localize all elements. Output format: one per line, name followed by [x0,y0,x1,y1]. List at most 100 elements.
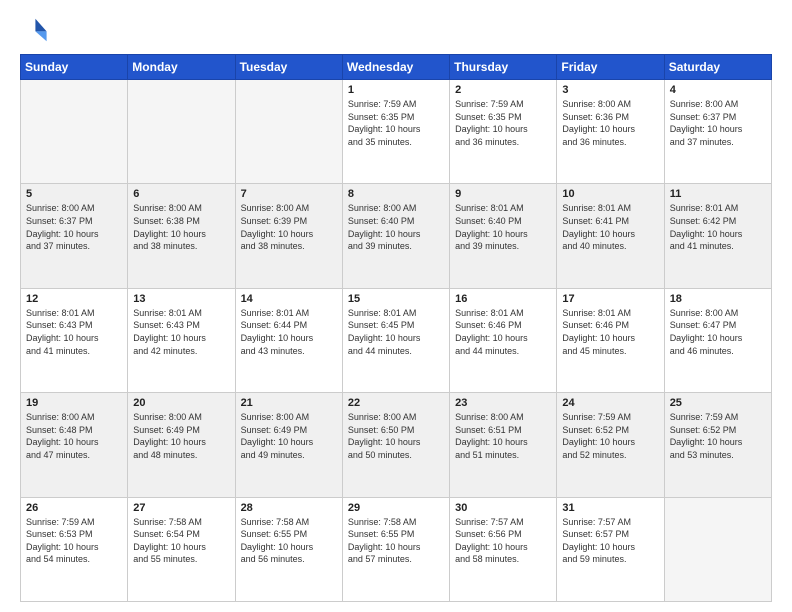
day-number: 17 [562,293,658,305]
day-number: 1 [348,84,444,96]
day-info: Sunrise: 8:01 AM Sunset: 6:42 PM Dayligh… [670,202,766,252]
day-info: Sunrise: 8:01 AM Sunset: 6:46 PM Dayligh… [455,307,551,357]
day-number: 28 [241,502,337,514]
calendar-cell: 19Sunrise: 8:00 AM Sunset: 6:48 PM Dayli… [21,393,128,497]
calendar-cell: 15 Sunrise: 8:01 AM Sunset: 6:45 PM Dayli… [342,288,449,392]
day-info: Sunrise: 8:00 AM Sunset: 6:38 PM Dayligh… [133,202,229,252]
day-number: 7 [241,188,337,200]
day-info: Sunrise: 8:00 AM Sunset: 6:39 PM Dayligh… [241,202,337,252]
day-info: Sunrise: 8:00 AM Sunset: 6:47 PM Dayligh… [670,307,766,357]
calendar-cell: 26Sunrise: 7:59 AM Sunset: 6:53 PM Dayli… [21,497,128,601]
day-info: Sunrise: 8:01 AM Sunset: 6:43 PM Dayligh… [26,307,122,357]
day-info: Sunrise: 8:00 AM Sunset: 6:36 PM Dayligh… [562,98,658,148]
calendar-cell: 21 Sunrise: 8:00 AM Sunset: 6:49 PM Dayli… [235,393,342,497]
day-info: Sunrise: 7:59 AM Sunset: 6:35 PM Dayligh… [455,98,551,148]
weekday-header-friday: Friday [557,55,664,80]
day-info: Sunrise: 7:57 AM Sunset: 6:56 PM Dayligh… [455,516,551,566]
logo [20,16,52,44]
calendar-cell: 2 Sunrise: 7:59 AM Sunset: 6:35 PM Daylig… [450,80,557,184]
day-number: 13 [133,293,229,305]
calendar-cell: 28 Sunrise: 7:58 AM Sunset: 6:55 PM Dayli… [235,497,342,601]
day-info: Sunrise: 7:59 AM Sunset: 6:35 PM Dayligh… [348,98,444,148]
day-number: 2 [455,84,551,96]
day-number: 24 [562,397,658,409]
day-number: 27 [133,502,229,514]
calendar-cell: 3 Sunrise: 8:00 AM Sunset: 6:36 PM Daylig… [557,80,664,184]
calendar-cell: 31 Sunrise: 7:57 AM Sunset: 6:57 PM Dayli… [557,497,664,601]
calendar-cell [128,80,235,184]
day-number: 9 [455,188,551,200]
day-number: 18 [670,293,766,305]
calendar-cell: 6 Sunrise: 8:00 AM Sunset: 6:38 PM Daylig… [128,184,235,288]
calendar-cell [235,80,342,184]
calendar-cell: 27 Sunrise: 7:58 AM Sunset: 6:54 PM Dayli… [128,497,235,601]
day-number: 10 [562,188,658,200]
header [20,16,772,44]
day-info: Sunrise: 8:01 AM Sunset: 6:41 PM Dayligh… [562,202,658,252]
calendar-cell: 24 Sunrise: 7:59 AM Sunset: 6:52 PM Dayli… [557,393,664,497]
day-number: 11 [670,188,766,200]
calendar-cell: 25Sunrise: 7:59 AM Sunset: 6:52 PM Dayli… [664,393,771,497]
day-number: 8 [348,188,444,200]
day-number: 19 [26,397,122,409]
day-number: 20 [133,397,229,409]
day-info: Sunrise: 7:58 AM Sunset: 6:55 PM Dayligh… [348,516,444,566]
calendar-cell: 8 Sunrise: 8:00 AM Sunset: 6:40 PM Daylig… [342,184,449,288]
page: SundayMondayTuesdayWednesdayThursdayFrid… [0,0,792,612]
day-info: Sunrise: 7:59 AM Sunset: 6:52 PM Dayligh… [562,411,658,461]
day-number: 16 [455,293,551,305]
calendar-cell: 18 Sunrise: 8:00 AM Sunset: 6:47 PM Dayli… [664,288,771,392]
week-row-3: 12 Sunrise: 8:01 AM Sunset: 6:43 PM Dayli… [21,288,772,392]
calendar-cell [21,80,128,184]
day-number: 5 [26,188,122,200]
calendar-cell: 16 Sunrise: 8:01 AM Sunset: 6:46 PM Dayli… [450,288,557,392]
day-number: 31 [562,502,658,514]
day-info: Sunrise: 8:01 AM Sunset: 6:44 PM Dayligh… [241,307,337,357]
day-info: Sunrise: 7:58 AM Sunset: 6:55 PM Dayligh… [241,516,337,566]
day-info: Sunrise: 8:00 AM Sunset: 6:51 PM Dayligh… [455,411,551,461]
day-info: Sunrise: 8:01 AM Sunset: 6:45 PM Dayligh… [348,307,444,357]
day-number: 22 [348,397,444,409]
day-info: Sunrise: 8:01 AM Sunset: 6:46 PM Dayligh… [562,307,658,357]
weekday-header-monday: Monday [128,55,235,80]
day-number: 4 [670,84,766,96]
day-info: Sunrise: 8:00 AM Sunset: 6:49 PM Dayligh… [133,411,229,461]
day-info: Sunrise: 8:00 AM Sunset: 6:49 PM Dayligh… [241,411,337,461]
day-info: Sunrise: 8:00 AM Sunset: 6:37 PM Dayligh… [26,202,122,252]
day-number: 21 [241,397,337,409]
calendar-cell: 1 Sunrise: 7:59 AM Sunset: 6:35 PM Daylig… [342,80,449,184]
weekday-header-sunday: Sunday [21,55,128,80]
calendar-table: SundayMondayTuesdayWednesdayThursdayFrid… [20,54,772,602]
calendar-cell: 7 Sunrise: 8:00 AM Sunset: 6:39 PM Daylig… [235,184,342,288]
weekday-header-wednesday: Wednesday [342,55,449,80]
calendar-cell: 12 Sunrise: 8:01 AM Sunset: 6:43 PM Dayli… [21,288,128,392]
day-number: 15 [348,293,444,305]
day-info: Sunrise: 7:57 AM Sunset: 6:57 PM Dayligh… [562,516,658,566]
logo-icon [20,16,48,44]
day-number: 6 [133,188,229,200]
calendar-cell: 22 Sunrise: 8:00 AM Sunset: 6:50 PM Dayli… [342,393,449,497]
calendar-cell: 29Sunrise: 7:58 AM Sunset: 6:55 PM Dayli… [342,497,449,601]
calendar-cell: 17 Sunrise: 8:01 AM Sunset: 6:46 PM Dayli… [557,288,664,392]
day-info: Sunrise: 8:01 AM Sunset: 6:40 PM Dayligh… [455,202,551,252]
day-info: Sunrise: 7:59 AM Sunset: 6:53 PM Dayligh… [26,516,122,566]
day-number: 14 [241,293,337,305]
day-info: Sunrise: 8:00 AM Sunset: 6:50 PM Dayligh… [348,411,444,461]
day-number: 12 [26,293,122,305]
week-row-2: 5 Sunrise: 8:00 AM Sunset: 6:37 PM Daylig… [21,184,772,288]
calendar-cell: 9 Sunrise: 8:01 AM Sunset: 6:40 PM Daylig… [450,184,557,288]
day-info: Sunrise: 7:58 AM Sunset: 6:54 PM Dayligh… [133,516,229,566]
day-number: 3 [562,84,658,96]
calendar-cell: 30 Sunrise: 7:57 AM Sunset: 6:56 PM Dayli… [450,497,557,601]
calendar-cell: 10 Sunrise: 8:01 AM Sunset: 6:41 PM Dayli… [557,184,664,288]
day-number: 25 [670,397,766,409]
day-info: Sunrise: 8:00 AM Sunset: 6:40 PM Dayligh… [348,202,444,252]
calendar-cell: 4 Sunrise: 8:00 AM Sunset: 6:37 PM Daylig… [664,80,771,184]
week-row-1: 1 Sunrise: 7:59 AM Sunset: 6:35 PM Daylig… [21,80,772,184]
day-number: 30 [455,502,551,514]
week-row-5: 26Sunrise: 7:59 AM Sunset: 6:53 PM Dayli… [21,497,772,601]
weekday-header-row: SundayMondayTuesdayWednesdayThursdayFrid… [21,55,772,80]
calendar-cell: 14 Sunrise: 8:01 AM Sunset: 6:44 PM Dayli… [235,288,342,392]
day-info: Sunrise: 8:00 AM Sunset: 6:37 PM Dayligh… [670,98,766,148]
calendar-cell [664,497,771,601]
